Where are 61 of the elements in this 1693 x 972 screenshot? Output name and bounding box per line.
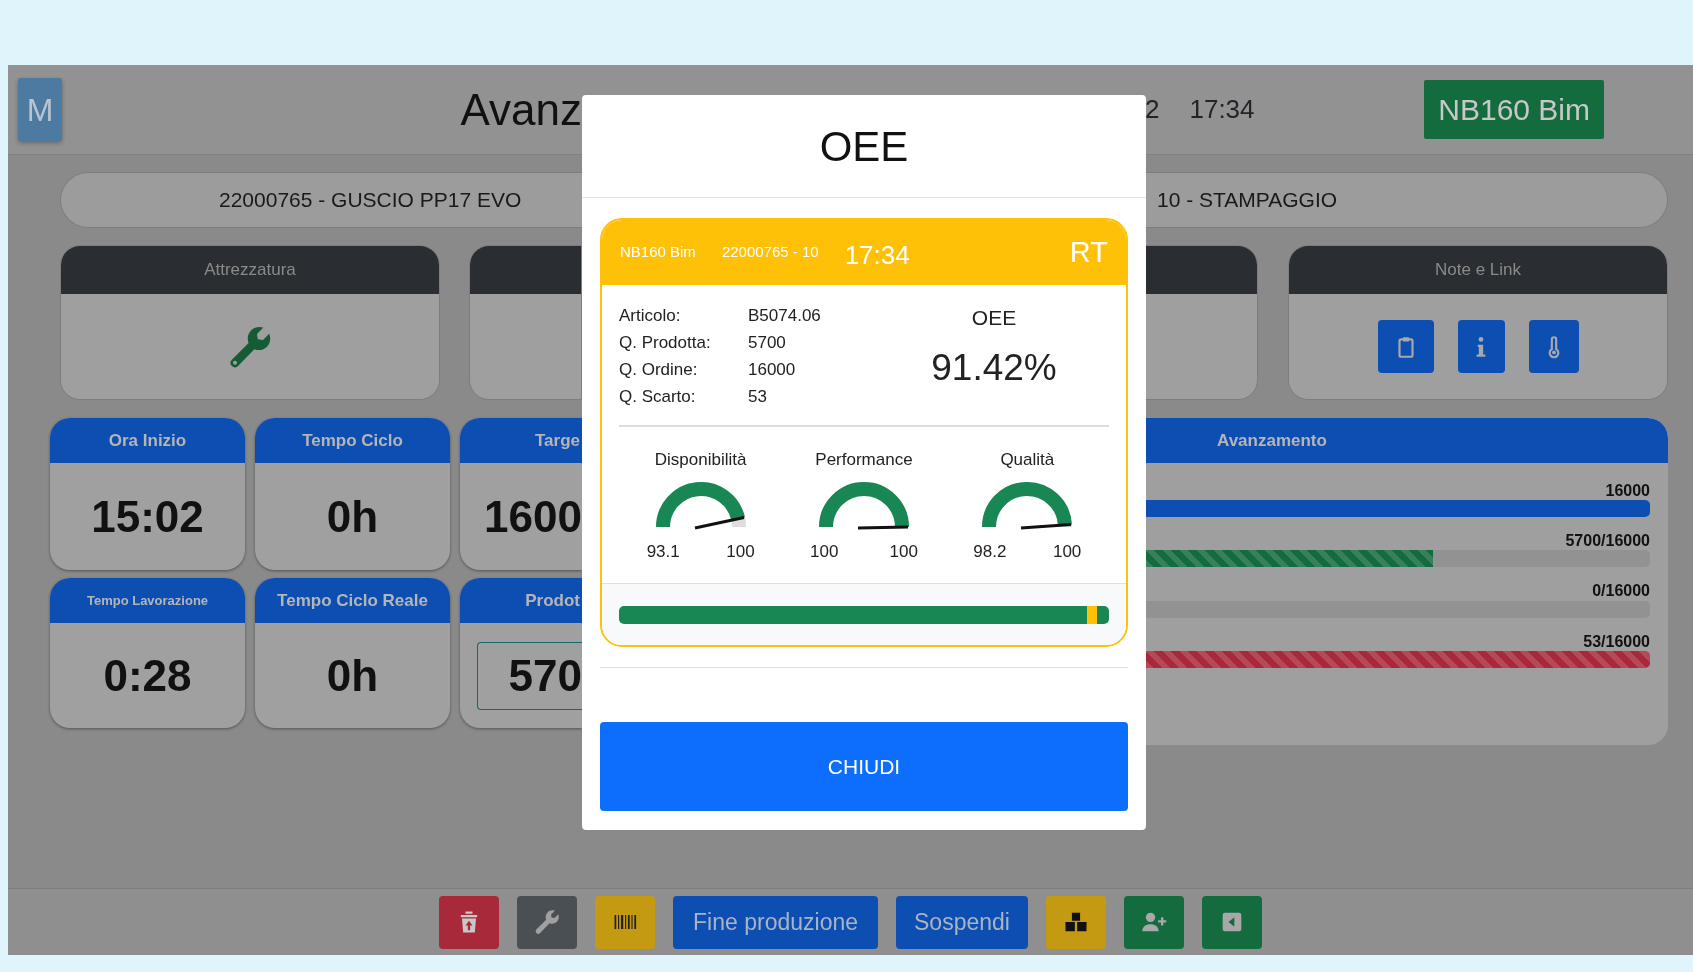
detail-value: 16000 — [748, 359, 797, 381]
oee-value: 91.42% — [931, 345, 1057, 390]
order-field: 22000765 - GUSCIO PP17 EVO — [60, 172, 582, 228]
panel-header: Avanzamento — [1145, 418, 1668, 463]
gauge-title: Disponibilità — [654, 449, 747, 471]
card-time: 17:34 — [844, 239, 910, 272]
gauge-max: 100 — [1052, 540, 1082, 563]
gauge-reading: 93.1 — [646, 540, 680, 563]
tile-header: Tempo Ciclo — [255, 418, 450, 463]
toolbar-button[interactable] — [517, 895, 578, 949]
quantity-field[interactable]: 570 — [477, 641, 582, 710]
detail-label: Articolo: — [619, 305, 682, 327]
machine-badge: NB160 Bim — [1424, 80, 1604, 139]
progress-reading: 0/16000 — [1591, 581, 1651, 601]
toolbar-button[interactable]: Sospendi — [896, 895, 1028, 949]
gauge-title: Qualità — [1000, 449, 1055, 471]
toolbar-button[interactable] — [439, 895, 500, 949]
mode-label: RT — [1069, 234, 1108, 270]
dialog-title: OEE — [582, 95, 1146, 198]
close-button[interactable]: CHIUDI — [600, 722, 1128, 811]
app-logo: M — [18, 78, 62, 141]
header-time: 17:34 — [1189, 93, 1255, 126]
machine-name: NB160 Bim — [620, 242, 696, 263]
detail-label: Q. Prodotta: — [619, 332, 712, 354]
link-button[interactable] — [1528, 320, 1579, 373]
tile-header: Targe — [460, 418, 582, 463]
wrench-icon — [533, 908, 562, 936]
gauge-max: 100 — [726, 540, 755, 563]
toolbar-button[interactable]: Fine produzione — [673, 895, 878, 949]
detail-value: 5700 — [748, 332, 787, 354]
tile-value: 15:02 — [90, 490, 205, 543]
tile-header: Ora Inizio — [50, 418, 245, 463]
tile-header: Tempo Ciclo Reale — [255, 578, 450, 623]
tile-value: 0h — [325, 649, 380, 702]
toolbar-button[interactable] — [595, 895, 656, 949]
page-title: Avanz — [460, 87, 582, 132]
tile-header: Prodot — [460, 578, 582, 623]
card-header: Attrezzatura — [61, 246, 439, 294]
progress-reading: 5700/16000 — [1564, 531, 1651, 551]
tile-value: 0:28 — [102, 649, 193, 702]
link-button[interactable] — [1457, 320, 1505, 373]
tile-header: Tempo Lavorazione — [50, 578, 245, 623]
tile-value: 0h — [325, 490, 380, 543]
gauge-max: 100 — [889, 540, 918, 563]
oee-label: OEE — [971, 305, 1017, 331]
detail-label: Q. Scarto: — [619, 386, 697, 408]
phase-field: 10 - STAMPAGGIO — [1145, 172, 1668, 228]
card-header: Note e Link — [1289, 246, 1667, 294]
detail-value: B5074.06 — [748, 305, 822, 327]
link-button[interactable] — [1377, 320, 1434, 373]
tile-value: 1600 — [483, 490, 582, 543]
progress-reading: 53/16000 — [1582, 631, 1651, 651]
gauge-reading: 100 — [810, 540, 839, 563]
gauge-title: Performance — [815, 449, 913, 471]
detail-label: Q. Ordine: — [619, 359, 699, 381]
progress-reading: 16000 — [1604, 481, 1651, 501]
header-date: 2 — [1145, 93, 1160, 126]
gauge-reading: 98.2 — [973, 540, 1007, 563]
toolbar-button[interactable] — [1045, 895, 1106, 949]
detail-value: 53 — [748, 386, 768, 408]
order-code: 22000765 - 10 — [721, 242, 819, 263]
